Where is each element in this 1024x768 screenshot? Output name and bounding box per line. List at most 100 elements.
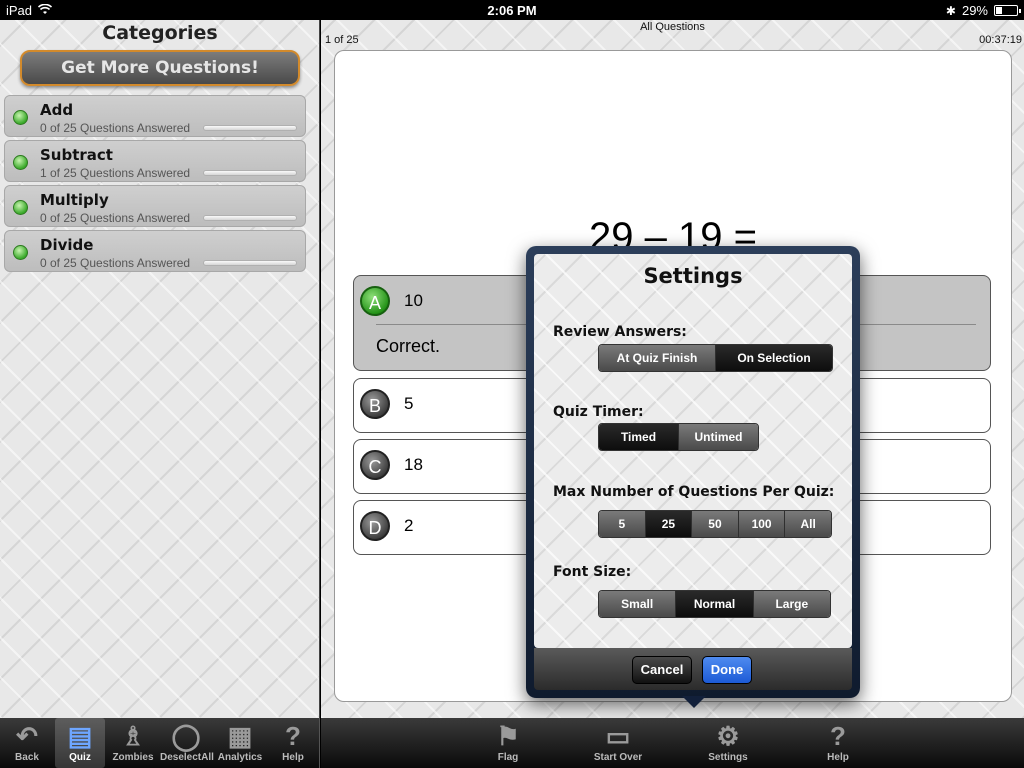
max-questions-label: Max Number of Questions Per Quiz: xyxy=(553,484,835,500)
review-answers-segmented: At Quiz Finish On Selection xyxy=(598,344,833,372)
toolbar-label: Start Over xyxy=(593,752,643,763)
deselect-all-button[interactable]: ◯ DeselectAll xyxy=(160,718,214,768)
start-over-button[interactable]: ▭ Start Over xyxy=(585,718,651,768)
categories-panel: Categories Get More Questions! Add 0 of … xyxy=(0,20,320,718)
quiz-icon: ▤ xyxy=(67,721,93,751)
answer-text: 2 xyxy=(404,516,414,535)
timer-option[interactable]: Untimed xyxy=(679,424,758,450)
answer-feedback: Correct. xyxy=(376,336,441,356)
settings-title: Settings xyxy=(643,264,743,288)
bluetooth-icon: ✱ xyxy=(945,3,956,18)
category-divide[interactable]: Divide 0 of 25 Questions Answered xyxy=(4,230,306,272)
answer-letter-badge: B xyxy=(360,389,390,419)
question-icon: ? xyxy=(830,721,846,751)
timer-option[interactable]: Timed xyxy=(599,424,679,450)
settings-button[interactable]: ⚙ Settings xyxy=(701,718,755,768)
category-progress-bar xyxy=(203,170,297,176)
settings-content: Settings Review Answers: At Quiz Finish O… xyxy=(534,254,852,648)
quiz-timer-label: Quiz Timer: xyxy=(553,404,644,420)
max-option[interactable]: 50 xyxy=(692,511,739,537)
battery-fill xyxy=(996,7,1002,14)
category-progress-text: 1 of 25 Questions Answered xyxy=(40,166,191,180)
question-icon: ? xyxy=(285,721,301,751)
category-progress-bar xyxy=(203,125,297,131)
toolbar-label: Quiz xyxy=(69,752,91,763)
category-name: Subtract xyxy=(40,146,113,164)
answer-text: 18 xyxy=(404,455,423,474)
status-dot-icon xyxy=(13,110,28,125)
quiz-timer-segmented: Timed Untimed xyxy=(598,423,759,451)
toolbar-label: Settings xyxy=(708,752,748,763)
toolbar-label: Help xyxy=(827,752,849,763)
font-option[interactable]: Normal xyxy=(676,591,754,617)
analytics-button[interactable]: ▦ Analytics xyxy=(214,718,266,768)
status-time: 2:06 PM xyxy=(487,3,537,18)
review-option[interactable]: On Selection xyxy=(716,345,832,371)
answer-letter-badge: D xyxy=(360,511,390,541)
done-button[interactable]: Done xyxy=(702,656,752,684)
category-add[interactable]: Add 0 of 25 Questions Answered xyxy=(4,95,306,137)
category-multiply[interactable]: Multiply 0 of 25 Questions Answered xyxy=(4,185,306,227)
quiz-timer: 00:37:19 xyxy=(979,34,1022,46)
zombies-button[interactable]: ♗ Zombies xyxy=(108,718,158,768)
status-dot-icon xyxy=(13,155,28,170)
back-button[interactable]: ↶ Back xyxy=(2,718,52,768)
question-counter: 1 of 25 xyxy=(325,34,359,46)
answer-text: 10 xyxy=(404,291,423,310)
font-size-label: Font Size: xyxy=(553,564,632,580)
category-progress-bar xyxy=(203,215,297,221)
settings-footer: Cancel Done xyxy=(534,648,852,690)
toolbar-label: Zombies xyxy=(112,752,154,763)
review-option[interactable]: At Quiz Finish xyxy=(599,345,716,371)
category-name: Add xyxy=(40,101,74,119)
max-option[interactable]: 100 xyxy=(738,511,786,537)
flag-icon: ⚑ xyxy=(496,721,520,751)
zombie-icon: ♗ xyxy=(121,721,145,751)
back-arrow-icon: ↶ xyxy=(16,721,38,751)
status-bar: iPad 2:06 PM ✱ 29% xyxy=(0,0,1024,20)
popover-arrow xyxy=(682,696,706,708)
answer-letter-badge: C xyxy=(360,450,390,480)
category-name: Multiply xyxy=(40,191,109,209)
cancel-button[interactable]: Cancel xyxy=(632,656,692,684)
toolbar-label: Flag xyxy=(497,752,519,763)
quiz-button[interactable]: ▤ Quiz xyxy=(55,718,105,768)
start-over-icon: ▭ xyxy=(605,721,631,751)
status-dot-icon xyxy=(13,200,28,215)
battery-percent: 29% xyxy=(961,3,988,18)
categories-title: Categories xyxy=(102,22,218,44)
right-toolbar: ⚑ Flag ▭ Start Over ⚙ Settings ? Help xyxy=(321,718,1024,768)
toolbar-label: Analytics xyxy=(217,752,263,763)
answer-letter-badge: A xyxy=(360,286,390,316)
toolbar-label: DeselectAll xyxy=(160,752,214,763)
answer-text: 5 xyxy=(404,394,414,413)
status-dot-icon xyxy=(13,245,28,260)
left-toolbar: ↶ Back ▤ Quiz ♗ Zombies ◯ DeselectAll ▦ … xyxy=(0,718,320,768)
grid-icon: ▦ xyxy=(227,721,253,751)
max-option[interactable]: All xyxy=(785,511,831,537)
nav-title: All Questions xyxy=(640,21,705,33)
max-questions-segmented: 5 25 50 100 All xyxy=(598,510,832,538)
font-size-segmented: Small Normal Large xyxy=(598,590,831,618)
gear-icon: ⚙ xyxy=(716,721,740,751)
category-subtract[interactable]: Subtract 1 of 25 Questions Answered xyxy=(4,140,306,182)
get-more-questions-button[interactable]: Get More Questions! xyxy=(20,50,300,86)
category-progress-text: 0 of 25 Questions Answered xyxy=(40,211,191,225)
category-progress-bar xyxy=(203,260,297,266)
max-option[interactable]: 5 xyxy=(599,511,646,537)
max-option[interactable]: 25 xyxy=(645,511,693,537)
toolbar-label: Help xyxy=(282,752,304,763)
help-button-left[interactable]: ? Help xyxy=(268,718,318,768)
category-name: Divide xyxy=(40,236,94,254)
toolbar-label: Back xyxy=(15,752,39,763)
help-button-right[interactable]: ? Help xyxy=(813,718,863,768)
font-option[interactable]: Large xyxy=(753,591,830,617)
circle-icon: ◯ xyxy=(171,721,201,751)
font-option[interactable]: Small xyxy=(599,591,677,617)
review-answers-label: Review Answers: xyxy=(553,324,687,340)
category-progress-text: 0 of 25 Questions Answered xyxy=(40,256,191,270)
flag-button[interactable]: ⚑ Flag xyxy=(483,718,533,768)
settings-popover: Settings Review Answers: At Quiz Finish O… xyxy=(526,246,860,698)
category-progress-text: 0 of 25 Questions Answered xyxy=(40,121,191,135)
battery-icon xyxy=(994,5,1021,16)
